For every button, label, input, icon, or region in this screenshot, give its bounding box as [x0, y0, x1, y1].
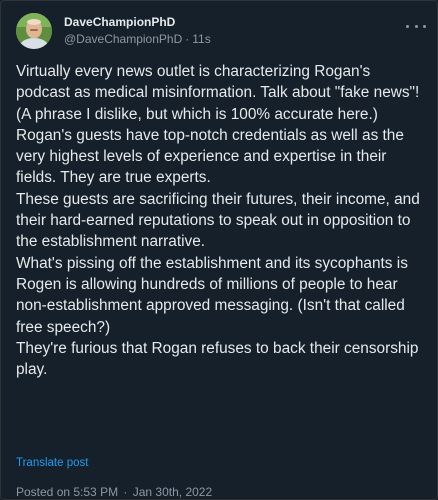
avatar[interactable] — [16, 13, 52, 49]
author-info: DaveChampionPhD @DaveChampionPhD · 11s — [64, 14, 211, 47]
author-handle[interactable]: @DaveChampionPhD — [64, 32, 182, 46]
posted-date: Jan 30th, 2022 — [132, 485, 213, 499]
translate-post-link[interactable]: Translate post — [16, 456, 88, 470]
meta-separator: · — [120, 485, 131, 499]
post-timestamp[interactable]: Posted on 5:53 PM · Jan 30th, 2022 — [16, 484, 212, 500]
time-ago[interactable]: 11s — [192, 32, 210, 46]
avatar-photo-icon — [16, 13, 52, 49]
separator-dot: · — [185, 32, 190, 46]
posted-time: Posted on 5:53 PM — [16, 485, 119, 499]
tweet-text: Virtually every news outlet is character… — [16, 63, 420, 379]
tweet-header: DaveChampionPhD @DaveChampionPhD · 11s — [16, 13, 426, 49]
author-handle-line: @DaveChampionPhD · 11s — [64, 31, 211, 47]
author-display-name[interactable]: DaveChampionPhD — [64, 14, 211, 30]
tweet-card: DaveChampionPhD @DaveChampionPhD · 11s Vir… — [0, 0, 438, 500]
more-options-icon[interactable] — [406, 19, 426, 33]
